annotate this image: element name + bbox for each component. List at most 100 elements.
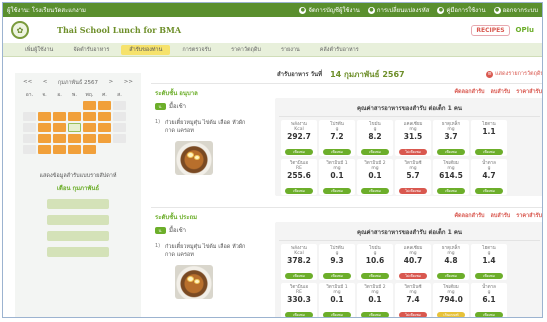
calendar-day-selected[interactable] [68,123,81,132]
nutrient-value: 5.7 [406,171,420,180]
logout-label: ออกจากระบบ [502,7,538,14]
tab-add-user[interactable]: เพิ่มผู้ใช้งาน [17,45,61,55]
calendar-day[interactable] [83,145,96,154]
delete-menu-button[interactable]: ลบสำรับ [491,88,511,96]
nutrient-label: วิตามินบี 2 [364,161,386,166]
calendar-day[interactable] [113,134,126,143]
nutrient-status-badge: เพียงพอ [475,149,503,155]
calendar-day[interactable] [23,145,36,154]
calendar-day[interactable] [98,101,111,110]
show-ingredients-button[interactable]: ≡ แสดงรายการวัตถุดิบ [486,70,543,78]
grade-level-value: ประถม [179,214,198,221]
week-1-button[interactable] [47,199,109,209]
calendar-day[interactable] [83,123,96,132]
nutrient-label: น้ำตาล [482,285,496,290]
prev-year-button[interactable]: << [23,79,32,87]
nutrient-status-badge: ไม่เพียงพอ [399,149,427,155]
menu-card: ระดับชั้น อนุบาล บ. มื้อเช้า 1) ก๋วยเตี๋ยว… [151,83,542,201]
weekday-label: อา. [25,92,34,98]
prev-month-button[interactable]: < [43,79,48,87]
menu-price-button[interactable]: ราคาสำรับ [516,212,542,220]
nutrient-value: 0.1 [368,171,382,180]
user-icon: ● [299,6,307,14]
week-4-button[interactable] [47,247,109,257]
nutrient-status-badge: เพียงพอ [285,188,313,194]
calendar-day[interactable] [38,145,51,154]
nutrient-value: 6.1 [482,295,496,304]
nutrient-cell: วิตามินบี 2 mg 0.1 เพียงพอ [357,283,393,317]
nutrient-label: วิตามินบี 2 [364,285,386,290]
show-ingredients-label: แสดงรายการวัตถุดิบ [495,71,543,77]
calendar-day[interactable] [23,134,36,143]
calendar-day[interactable] [53,112,66,121]
calendar-day[interactable] [98,123,111,132]
meal-icon: บ. [155,102,166,110]
calendar-day[interactable] [53,145,66,154]
calendar-day[interactable] [68,134,81,143]
nutrient-row: พลังงาน Kcal 292.7 เพียงพอ โปรตีน g 7.2 เพียงพอ… [275,117,542,156]
manage-account-label: จัดการบัญชีผู้ใช้งาน [308,7,360,14]
calendar-day[interactable] [23,112,36,121]
nutrient-cell: ไขมัน g 10.6 เพียงพอ [357,244,393,280]
week-2-button[interactable] [47,215,109,225]
week-3-button[interactable] [47,231,109,241]
calendar-day[interactable] [83,101,96,110]
nutrient-value: 31.5 [403,132,423,141]
calendar-day[interactable] [68,145,81,154]
calendar-day[interactable] [98,134,111,143]
calendar-day[interactable] [53,123,66,132]
nutrient-status-badge: เพียงพอ [361,149,389,155]
manage-account-link[interactable]: ● จัดการบัญชีผู้ใช้งาน [299,5,360,15]
calendar-day[interactable] [83,112,96,121]
tab-inspection[interactable]: การตรวจรับ [174,45,219,55]
tab-report[interactable]: รายงาน [273,45,308,55]
calendar-day[interactable] [38,123,51,132]
nutrient-status-badge: เพียงพอ [437,188,465,194]
calendar-blank [38,101,51,110]
partner-logo-suffix: Plu [521,26,534,34]
tab-your-menu[interactable]: สำรับของท่าน [121,44,171,55]
nutrient-cell: ไขมัน g 8.2 เพียงพอ [357,120,393,156]
calendar-day[interactable] [98,112,111,121]
nutrient-status-badge: เพียงพอ [285,149,313,155]
tab-ingredient-price[interactable]: ราคาวัตถุดิบ [223,45,269,55]
tab-recipe-library[interactable]: คลังตำรับอาหาร [312,45,367,55]
report-month-value: กุมภาพันธ์ [72,185,100,192]
change-password-link[interactable]: ● การเปลี่ยนแปลงรหัส [367,5,429,15]
copy-menu-button[interactable]: คัดลอกสำรับ [454,88,484,96]
calendar-day[interactable] [23,123,36,132]
calendar-day[interactable] [83,134,96,143]
delete-menu-button[interactable]: ลบสำรับ [491,212,511,220]
nutrient-cell: วิตามินซี mg 7.4 ไม่เพียงพอ [395,283,431,317]
calendar-day[interactable] [68,112,81,121]
dish-item[interactable]: 1) ก๋วยเตี๋ยวหมูตุ๋น ไข่ต้ม เลือด หัวผักก… [155,243,273,259]
calendar-day[interactable] [53,134,66,143]
main-nav: เพิ่มผู้ใช้งาน จัดตำรับอาหาร สำรับของท่า… [3,43,542,57]
calendar-day[interactable] [113,112,126,121]
calendar-day[interactable] [38,134,51,143]
menu-price-button[interactable]: ราคาสำรับ [516,88,542,96]
manual-link[interactable]: ● คู่มือการใช้งาน [437,5,486,15]
nutrient-cell: วิตามินซี mg 5.7 ไม่เพียงพอ [395,159,431,195]
nutrient-cell: โซเดียม mg 794.0 เกินเกณฑ์ [433,283,469,317]
calendar-day[interactable] [113,123,126,132]
next-year-button[interactable]: >> [124,79,133,87]
logout-link[interactable]: ● ออกจากระบบ [493,5,538,15]
calendar-day[interactable] [38,112,51,121]
menu-card-info: ระดับชั้น อนุบาล บ. มื้อเช้า 1) ก๋วยเตี๋ยว… [155,88,273,175]
bma-logo-icon[interactable]: ✿ [11,21,29,39]
tab-plan-menu[interactable]: จัดตำรับอาหาร [65,45,117,55]
calendar-day[interactable] [113,101,126,110]
dish-name: ก๋วยเตี๋ยวหมูตุ๋น ไข่ต้ม เลือด หัวผักกาด… [165,120,246,134]
key-icon: ● [367,6,375,14]
next-month-button[interactable]: > [109,79,114,87]
thai-school-recipes-logo[interactable]: RECIPES [471,24,510,36]
dish-item[interactable]: 1) ก๋วยเตี๋ยวหมูตุ๋น ไข่ต้ม เลือด หัวผักก… [155,119,273,135]
nutrient-cell: แคลเซียม mg 40.7 ไม่เพียงพอ [395,244,431,280]
copy-menu-button[interactable]: คัดลอกสำรับ [454,212,484,220]
partner-logo[interactable]: OPlu [516,26,534,34]
nutrient-cell: วิตามินบี 1 mg 0.1 เพียงพอ [319,159,355,195]
menu-card: ระดับชั้น ประถม บ. มื้อเช้า 1) ก๋วยเตี๋ยวห… [151,207,542,317]
nutrient-value: 794.0 [439,295,463,304]
nutrient-label: น้ำตาล [482,161,496,166]
